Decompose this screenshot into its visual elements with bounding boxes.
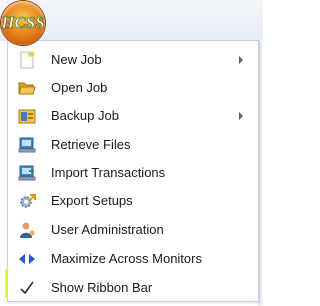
open-folder-icon bbox=[18, 79, 36, 97]
application-menu-button[interactable]: HCSS bbox=[1, 1, 45, 45]
backup-icon bbox=[18, 107, 36, 125]
application-menu: New Job Open Job Backup Job Retrieve Fil… bbox=[7, 40, 259, 302]
import-computer-icon bbox=[18, 164, 36, 182]
menu-item-retrieve-files[interactable]: Retrieve Files bbox=[9, 132, 257, 158]
menu-item-label: Import Transactions bbox=[51, 165, 166, 180]
user-admin-icon bbox=[18, 221, 36, 239]
menu-item-label: Show Ribbon Bar bbox=[51, 280, 153, 295]
menu-item-new-job[interactable]: New Job bbox=[9, 47, 257, 73]
menu-item-label: Open Job bbox=[51, 80, 108, 95]
menu-item-label: Export Setups bbox=[51, 193, 133, 208]
menu-item-import-transactions[interactable]: Import Transactions bbox=[9, 160, 257, 186]
export-gear-icon bbox=[18, 192, 36, 210]
menu-item-label: Backup Job bbox=[51, 108, 119, 123]
menu-item-label: Retrieve Files bbox=[51, 137, 131, 152]
menu-item-show-ribbon-bar[interactable]: Show Ribbon Bar bbox=[9, 275, 257, 301]
menu-item-user-administration[interactable]: User Administration bbox=[9, 217, 257, 243]
menu-item-export-setups[interactable]: Export Setups bbox=[9, 188, 257, 214]
hcss-logo-icon: HCSS bbox=[1, 13, 45, 33]
new-document-icon bbox=[18, 51, 36, 69]
submenu-arrow-icon bbox=[239, 56, 243, 64]
menu-item-open-job[interactable]: Open Job bbox=[9, 75, 257, 101]
retrieve-computer-icon bbox=[18, 136, 36, 154]
checkmark-icon bbox=[18, 279, 36, 297]
menu-item-label: New Job bbox=[51, 52, 102, 67]
menu-item-label: User Administration bbox=[51, 222, 164, 237]
menu-item-backup-job[interactable]: Backup Job bbox=[9, 103, 257, 129]
maximize-arrows-icon bbox=[18, 250, 36, 268]
submenu-arrow-icon bbox=[239, 112, 243, 120]
menu-item-maximize-across-monitors[interactable]: Maximize Across Monitors bbox=[9, 246, 257, 272]
menu-item-label: Maximize Across Monitors bbox=[51, 251, 202, 266]
hcss-logo-text: HCSS bbox=[1, 13, 45, 32]
